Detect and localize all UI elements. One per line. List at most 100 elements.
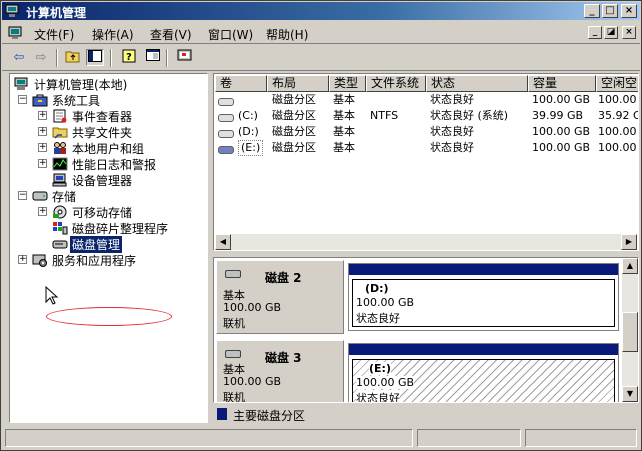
removable-storage-icon <box>53 205 67 219</box>
column-type[interactable]: 类型 <box>329 75 366 92</box>
computer-management-window: 计算机管理 _ □ × 文件(F) 操作(A) 查看(V) 窗口(W) 帮助(H… <box>0 0 642 451</box>
defrag-icon <box>53 222 68 235</box>
volume-layout: 磁盘分区 <box>272 109 316 122</box>
shared-folder-icon <box>52 127 68 139</box>
vertical-scrollbar[interactable]: ▲ ▼ <box>622 258 638 402</box>
help-icon[interactable]: ? <box>120 49 138 66</box>
volume-free: 100.00 <box>598 125 637 138</box>
volume-list[interactable]: 卷 布局 类型 文件系统 状态 容量 空闲空 磁盘分区 基本 状态良好 100.… <box>213 73 639 251</box>
partition-block[interactable]: (D:) 100.00 GB 状态良好 <box>348 263 619 331</box>
horizontal-scrollbar[interactable]: ◀ ▶ <box>215 234 637 250</box>
users-icon <box>54 142 66 154</box>
title-bar[interactable]: 计算机管理 _ □ × <box>2 2 640 20</box>
disk-info[interactable]: 磁盘 3 基本 100.00 GB 联机 <box>216 340 344 403</box>
scroll-right-button[interactable]: ▶ <box>621 234 637 250</box>
window-title: 计算机管理 <box>26 6 87 20</box>
disk-size: 100.00 GB <box>223 301 282 314</box>
scroll-thumb[interactable] <box>622 312 638 352</box>
status-bar <box>5 429 639 447</box>
partition-status: 状态良好 <box>356 390 400 402</box>
expand-shared-folders[interactable]: + <box>38 127 47 136</box>
partition-body[interactable]: (D:) 100.00 GB 状态良好 <box>352 279 615 327</box>
maximize-button[interactable]: □ <box>602 4 618 18</box>
toolbar: ⇦ ⇨ ? <box>2 45 640 71</box>
expand-removable-storage[interactable]: + <box>38 207 47 216</box>
console-tree[interactable]: 计算机管理(本地) − 系统工具 + 事件查看器 + 共享文件夹 + 本地用户和… <box>9 73 208 423</box>
minimize-button[interactable]: _ <box>584 4 600 18</box>
svg-text:?: ? <box>126 52 132 63</box>
primary-partition-bar <box>349 264 618 275</box>
disk-state: 联机 <box>223 391 245 403</box>
console-icon[interactable] <box>176 49 194 66</box>
child-close-button[interactable]: × <box>622 26 636 39</box>
toolbox-icon <box>32 94 48 107</box>
up-folder-icon[interactable] <box>64 49 82 66</box>
computer-icon <box>14 77 28 90</box>
menu-help[interactable]: 帮助(H) <box>266 26 308 43</box>
tree-device-manager-label: 设备管理器 <box>72 174 133 188</box>
scroll-up-button[interactable]: ▲ <box>622 258 638 274</box>
column-filesystem[interactable]: 文件系统 <box>366 75 426 92</box>
close-button[interactable]: × <box>621 4 637 18</box>
scroll-down-button[interactable]: ▼ <box>622 386 638 402</box>
computer-icon <box>5 4 19 17</box>
volume-capacity: 39.99 GB <box>532 109 584 122</box>
volume-name: (D:) <box>238 125 259 138</box>
forward-arrow-icon[interactable]: ⇨ <box>32 49 50 66</box>
expand-services-apps[interactable]: + <box>18 255 27 264</box>
properties-icon[interactable] <box>144 49 162 66</box>
menu-action[interactable]: 操作(A) <box>92 26 134 43</box>
show-tree-icon[interactable] <box>86 49 104 66</box>
child-minimize-button[interactable]: _ <box>588 26 602 39</box>
volume-icon <box>218 114 234 122</box>
volume-name: (E:) <box>238 140 264 156</box>
primary-partition-swatch <box>217 408 227 420</box>
mmc-console-icon[interactable] <box>6 25 26 41</box>
disk-info[interactable]: 磁盘 2 基本 100.00 GB 联机 <box>216 260 344 334</box>
tree-storage-label: 存储 <box>52 190 77 204</box>
menu-window[interactable]: 窗口(W) <box>208 26 253 43</box>
menu-view[interactable]: 查看(V) <box>150 26 192 43</box>
volume-capacity: 100.00 GB <box>532 125 591 138</box>
collapse-storage[interactable]: − <box>18 191 27 200</box>
legend-primary-partition: 主要磁盘分区 <box>233 409 306 423</box>
tree-local-users-label: 本地用户和组 <box>72 142 145 156</box>
column-volume[interactable]: 卷 <box>215 75 267 92</box>
volume-fs: NTFS <box>370 109 399 122</box>
disk-row[interactable]: 磁盘 3 基本 100.00 GB 联机 (E:) 100.00 GB 状态良好 <box>216 340 620 403</box>
column-status[interactable]: 状态 <box>426 75 528 92</box>
child-restore-button[interactable]: ◪ <box>604 26 618 39</box>
graphical-disk-view[interactable]: 磁盘 2 基本 100.00 GB 联机 (D:) 100.00 GB 状态良好 <box>213 257 639 403</box>
expand-perf-logs[interactable]: + <box>38 159 47 168</box>
column-free-space[interactable]: 空闲空 <box>596 75 638 92</box>
collapse-system-tools[interactable]: − <box>18 95 27 104</box>
volume-type: 基本 <box>333 109 355 122</box>
volume-capacity: 100.00 GB <box>532 141 591 154</box>
expand-event-viewer[interactable]: + <box>38 111 47 120</box>
column-capacity[interactable]: 容量 <box>528 75 596 92</box>
partition-size: 100.00 GB <box>356 376 415 389</box>
volume-layout: 磁盘分区 <box>272 125 316 138</box>
volume-free: 35.92 G <box>598 109 639 122</box>
column-layout[interactable]: 布局 <box>267 75 329 92</box>
volume-status: 状态良好 <box>430 125 474 138</box>
services-icon <box>32 254 47 267</box>
partition-label: (D:) <box>365 282 389 295</box>
disk-row[interactable]: 磁盘 2 基本 100.00 GB 联机 (D:) 100.00 GB 状态良好 <box>216 260 620 336</box>
tree-defrag-label: 磁盘碎片整理程序 <box>72 222 169 236</box>
toolbar-separator <box>56 49 58 67</box>
scroll-left-button[interactable]: ◀ <box>215 234 231 250</box>
event-viewer-icon <box>53 109 67 123</box>
details-pane: 卷 布局 类型 文件系统 状态 容量 空闲空 磁盘分区 基本 状态良好 100.… <box>213 73 639 423</box>
expand-local-users[interactable]: + <box>38 143 47 152</box>
highlight-annotation <box>46 307 172 326</box>
partition-body-selected[interactable]: (E:) 100.00 GB 状态良好 <box>352 359 615 402</box>
volume-icon <box>218 146 234 154</box>
disk-icon <box>225 350 241 358</box>
partition-block-selected[interactable]: (E:) 100.00 GB 状态良好 <box>348 343 619 402</box>
back-arrow-icon[interactable]: ⇦ <box>10 49 28 66</box>
volume-status: 状态良好 (系统) <box>430 109 509 122</box>
menu-file[interactable]: 文件(F) <box>34 26 74 43</box>
mouse-cursor-icon <box>45 286 59 305</box>
volume-icon <box>218 130 234 138</box>
